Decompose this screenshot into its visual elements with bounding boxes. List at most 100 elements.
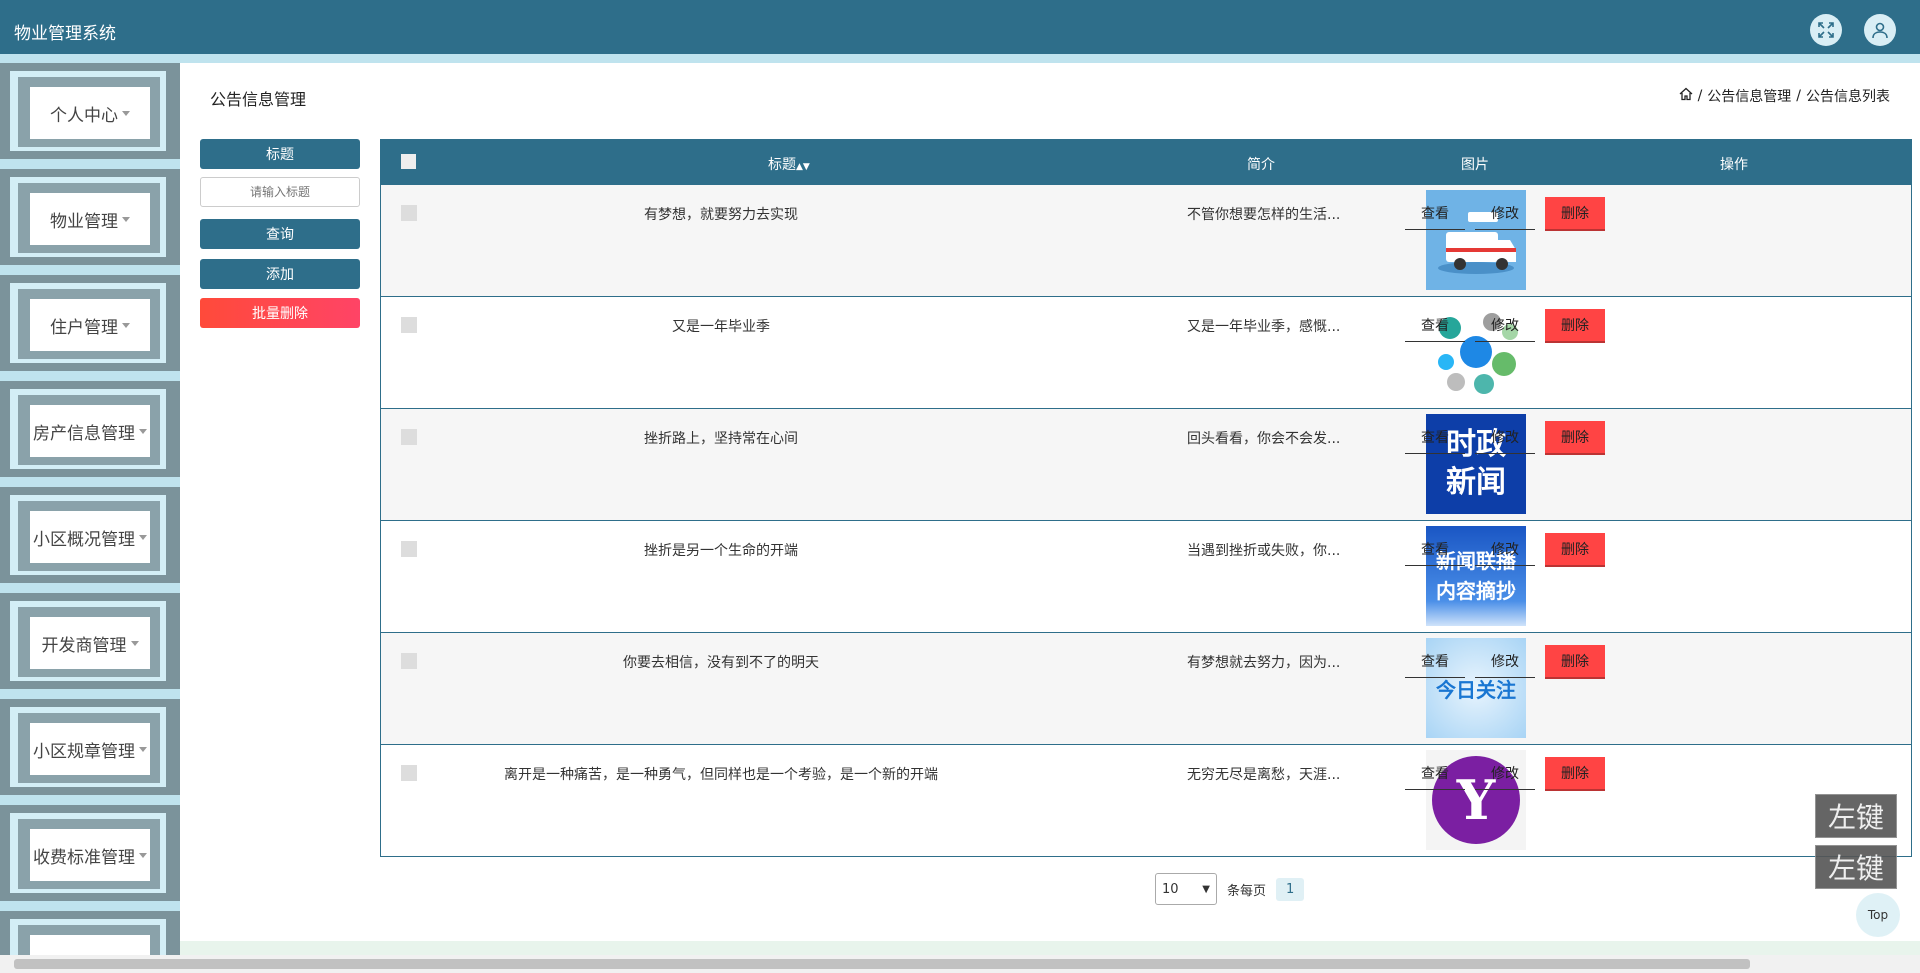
sidebar: 个人中心 物业管理 住户管理 房产信息管理 小区概况管理 开发商管理 小区规章管… (0, 63, 180, 955)
sidebar-item-property[interactable]: 物业管理 (0, 169, 180, 265)
row-checkbox[interactable] (401, 317, 417, 333)
top-bar: 物业管理系统 (0, 0, 1920, 54)
sidebar-item-label: 个人中心 (50, 105, 118, 126)
row-intro: 又是一年毕业季，感慨... (1187, 319, 1341, 335)
column-header-title[interactable]: 标题▲▼ (768, 154, 810, 174)
click-overlay-label: 左键 (1815, 794, 1897, 838)
delete-button[interactable]: 删除 (1545, 757, 1605, 791)
app-title: 物业管理系统 (14, 24, 116, 44)
table-header: 标题▲▼ 简介 图片 操作 (381, 140, 1911, 184)
caret-down-icon (139, 428, 147, 434)
table-row: 你要去相信，没有到不了的明天 有梦想就去努力，因为... 今日关注 查看 修改 … (381, 632, 1911, 744)
column-header-image: 图片 (1461, 157, 1489, 173)
home-icon[interactable] (1679, 87, 1693, 105)
sidebar-item-residents[interactable]: 住户管理 (0, 275, 180, 371)
breadcrumb-item: 公告信息列表 (1806, 89, 1890, 105)
sidebar-item-community-rules[interactable]: 小区规章管理 (0, 699, 180, 795)
view-button[interactable]: 查看 (1405, 757, 1465, 790)
sidebar-item-community-overview[interactable]: 小区概况管理 (0, 487, 180, 583)
delete-button[interactable]: 删除 (1545, 309, 1605, 343)
per-page-label: 条每页 (1227, 883, 1267, 899)
sidebar-item-label: 住户管理 (50, 317, 118, 338)
title-filter-label: 标题 (200, 139, 360, 169)
sidebar-item-personal-center[interactable]: 个人中心 (0, 63, 180, 159)
horizontal-scrollbar[interactable] (0, 955, 1920, 973)
edit-button[interactable]: 修改 (1475, 757, 1535, 790)
row-intro: 当遇到挫折或失败，你... (1187, 543, 1341, 559)
caret-down-icon (122, 322, 130, 328)
table-row: 挫折是另一个生命的开端 当遇到挫折或失败，你... 新闻联播 内容摘抄 查看 修… (381, 520, 1911, 632)
table-row: 离开是一种痛苦，是一种勇气，但同样也是一个考验，是一个新的开端 无穷无尽是离愁，… (381, 744, 1911, 856)
row-title: 挫折路上，坚持常在心间 (644, 431, 798, 447)
view-button[interactable]: 查看 (1405, 197, 1465, 230)
delete-button[interactable]: 删除 (1545, 645, 1605, 679)
row-title: 挫折是另一个生命的开端 (644, 543, 798, 559)
edit-button[interactable]: 修改 (1475, 533, 1535, 566)
delete-button[interactable]: 删除 (1545, 421, 1605, 455)
add-button[interactable]: 添加 (200, 259, 360, 289)
sidebar-item-fee-standard[interactable]: 收费标准管理 (0, 805, 180, 901)
header-strip (0, 54, 1920, 63)
row-title: 有梦想，就要努力去实现 (644, 207, 798, 223)
page-number[interactable]: 1 (1276, 877, 1305, 901)
column-header-intro: 简介 (1247, 157, 1275, 173)
breadcrumb-separator: / (1796, 88, 1801, 104)
sidebar-item-label: 小区概况管理 (33, 529, 135, 550)
edit-button[interactable]: 修改 (1475, 309, 1535, 342)
sidebar-item-label: 开发商管理 (41, 635, 127, 656)
row-intro: 不管你想要怎样的生活... (1187, 207, 1341, 223)
sidebar-item-developer[interactable]: 开发商管理 (0, 593, 180, 689)
scrollbar-thumb[interactable] (14, 959, 1750, 969)
view-button[interactable]: 查看 (1405, 645, 1465, 678)
breadcrumb: / 公告信息管理 / 公告信息列表 (1679, 86, 1890, 106)
page-title: 公告信息管理 (210, 90, 307, 109)
back-to-top-button[interactable]: Top (1856, 893, 1900, 937)
table-row: 有梦想，就要努力去实现 不管你想要怎样的生活... 查看 修改 删除 (381, 184, 1911, 296)
caret-down-icon (139, 746, 147, 752)
chevron-down-icon: ▼ (1202, 883, 1210, 895)
caret-down-icon (130, 640, 139, 646)
caret-down-icon (139, 534, 147, 540)
column-header-actions: 操作 (1720, 157, 1748, 173)
breadcrumb-separator: / (1697, 88, 1703, 104)
row-intro: 回头看看，你会不会发... (1187, 431, 1341, 447)
edit-button[interactable]: 修改 (1475, 645, 1535, 678)
view-button[interactable]: 查看 (1405, 309, 1465, 342)
page-size-select[interactable]: 10 ▼ (1155, 873, 1217, 905)
delete-button[interactable]: 删除 (1545, 197, 1605, 231)
row-intro: 无穷无尽是离愁，天涯... (1187, 767, 1341, 783)
row-title: 离开是一种痛苦，是一种勇气，但同样也是一个考验，是一个新的开端 (504, 767, 938, 783)
fullscreen-icon[interactable] (1810, 14, 1842, 46)
edit-button[interactable]: 修改 (1475, 421, 1535, 454)
select-all-checkbox[interactable] (401, 154, 416, 169)
sidebar-item-label: 小区规章管理 (33, 741, 135, 762)
batch-delete-button[interactable]: 批量删除 (200, 298, 360, 328)
caret-down-icon (139, 852, 147, 858)
breadcrumb-item[interactable]: 公告信息管理 (1707, 86, 1791, 106)
table-row: 挫折路上，坚持常在心间 回头看看，你会不会发... 时政 新闻 查看 修改 删除 (381, 408, 1911, 520)
row-checkbox[interactable] (401, 653, 417, 669)
view-button[interactable]: 查看 (1405, 421, 1465, 454)
title-search-input[interactable] (200, 177, 360, 207)
row-title: 你要去相信，没有到不了的明天 (623, 655, 819, 671)
row-title: 又是一年毕业季 (672, 319, 770, 335)
row-checkbox[interactable] (401, 205, 417, 221)
row-checkbox[interactable] (401, 429, 417, 445)
row-checkbox[interactable] (401, 541, 417, 557)
table-row: 又是一年毕业季 又是一年毕业季，感慨... 查看 修改 删除 (381, 296, 1911, 408)
sidebar-item-label: 收费标准管理 (33, 847, 135, 868)
sidebar-item-more[interactable] (0, 911, 180, 955)
view-button[interactable]: 查看 (1405, 533, 1465, 566)
delete-button[interactable]: 删除 (1545, 533, 1605, 567)
edit-button[interactable]: 修改 (1475, 197, 1535, 230)
query-button[interactable]: 查询 (200, 219, 360, 249)
caret-down-icon (122, 216, 130, 222)
sort-icon: ▲▼ (796, 162, 810, 172)
user-icon[interactable] (1864, 14, 1896, 46)
row-intro: 有梦想就去努力，因为... (1187, 655, 1341, 671)
sidebar-item-estate-info[interactable]: 房产信息管理 (0, 381, 180, 477)
caret-down-icon (122, 110, 130, 116)
row-checkbox[interactable] (401, 765, 417, 781)
click-overlay-label: 左键 (1815, 845, 1897, 889)
notice-table: 标题▲▼ 简介 图片 操作 有梦想，就要努力去实现 不管你想要怎样的生活... … (380, 139, 1912, 857)
